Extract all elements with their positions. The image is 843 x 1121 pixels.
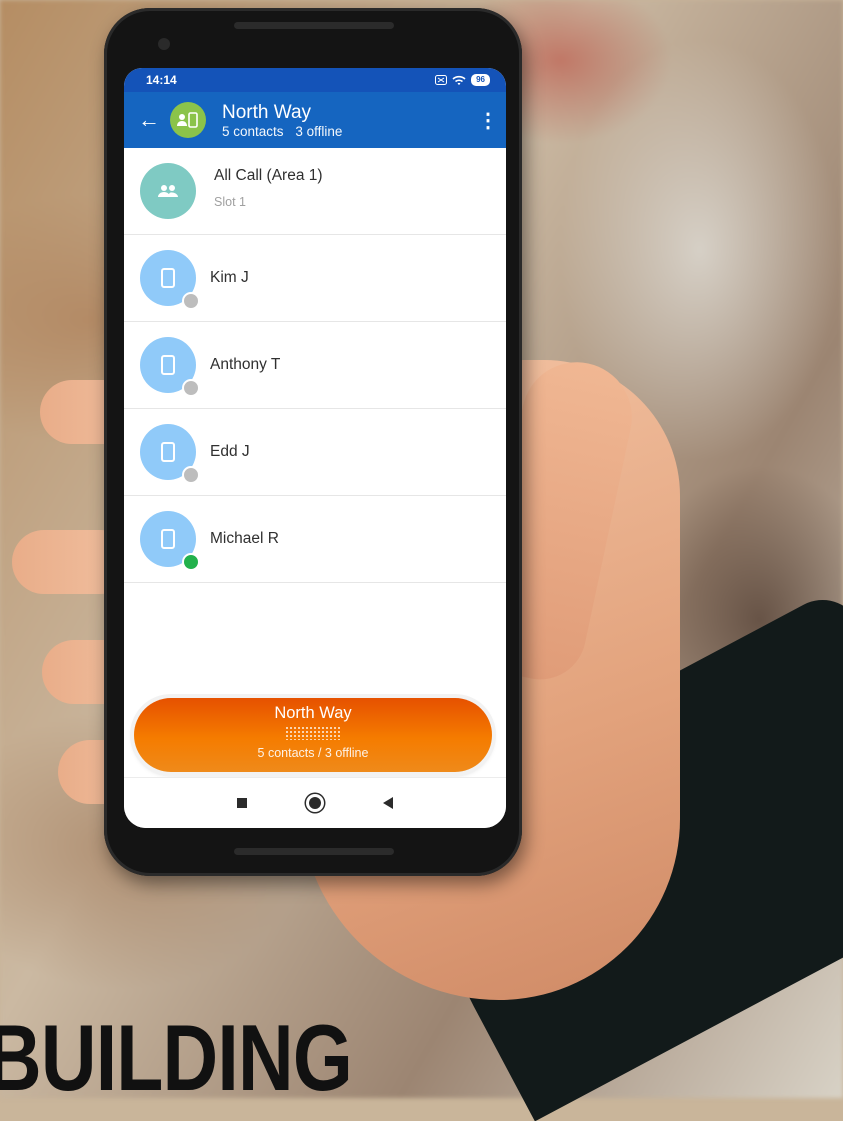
group-device-icon <box>177 112 198 128</box>
online-status-icon <box>182 553 200 571</box>
group-icon <box>158 185 178 197</box>
offline-status-icon <box>182 466 200 484</box>
ptt-subtitle: 5 contacts / 3 offline <box>257 746 369 760</box>
app-bar: ← North Way 5 contacts 3 offline ⋮ <box>124 92 506 148</box>
list-item-all-call[interactable]: All Call (Area 1) Slot 1 <box>124 148 506 235</box>
ptt-title: North Way <box>274 704 352 722</box>
contact-avatar <box>140 250 200 310</box>
list-item-contact[interactable]: Anthony T <box>124 322 506 409</box>
recents-square-icon[interactable] <box>237 798 247 808</box>
contact-slot: Slot 1 <box>214 195 246 209</box>
back-arrow-icon[interactable]: ← <box>138 107 166 133</box>
phone-icon <box>161 355 175 375</box>
phone-icon <box>161 268 175 288</box>
contact-avatar <box>140 511 200 571</box>
contact-name: Michael R <box>210 530 279 547</box>
push-to-talk-button[interactable]: North Way 5 contacts / 3 offline <box>134 698 492 772</box>
phone-screen: 14:14 96 ← North Way 5 contacts 3 offlin… <box>124 68 506 828</box>
system-nav-bar <box>124 777 506 828</box>
contact-name: All Call (Area 1) <box>214 167 323 184</box>
battery-icon: 96 <box>471 74 490 86</box>
status-icons: 96 <box>435 74 490 86</box>
notification-icon <box>435 75 448 85</box>
list-item-contact[interactable]: Edd J <box>124 409 506 496</box>
status-bar: 14:14 96 <box>124 68 506 92</box>
ptt-grip-icon <box>285 726 341 740</box>
home-circle-icon[interactable] <box>309 797 321 809</box>
phone: 14:14 96 ← North Way 5 contacts 3 offlin… <box>104 8 522 876</box>
offline-status-icon <box>182 379 200 397</box>
phone-icon <box>161 529 175 549</box>
group-avatar <box>170 102 206 138</box>
contact-name: Anthony T <box>210 356 281 373</box>
bottom-speaker <box>234 848 394 855</box>
headline-text: BUILDING <box>0 1005 353 1110</box>
top-speaker <box>234 22 394 29</box>
page-subtitle: 5 contacts 3 offline <box>222 124 478 139</box>
more-options-icon[interactable]: ⋮ <box>478 108 498 133</box>
list-item-contact[interactable]: Michael R <box>124 496 506 583</box>
contacts-count: 5 contacts <box>222 123 284 139</box>
offline-status-icon <box>182 292 200 310</box>
wifi-icon <box>452 75 466 85</box>
contact-avatar <box>140 337 200 397</box>
contact-name: Kim J <box>210 269 249 286</box>
page-title: North Way <box>222 101 312 123</box>
contact-avatar <box>140 163 196 219</box>
back-triangle-icon[interactable] <box>383 797 393 809</box>
contact-avatar <box>140 424 200 484</box>
offline-count: 3 offline <box>295 123 343 139</box>
contact-name: Edd J <box>210 443 250 460</box>
list-item-contact[interactable]: Kim J <box>124 235 506 322</box>
front-camera <box>158 38 170 50</box>
status-time: 14:14 <box>146 73 177 87</box>
phone-icon <box>161 442 175 462</box>
